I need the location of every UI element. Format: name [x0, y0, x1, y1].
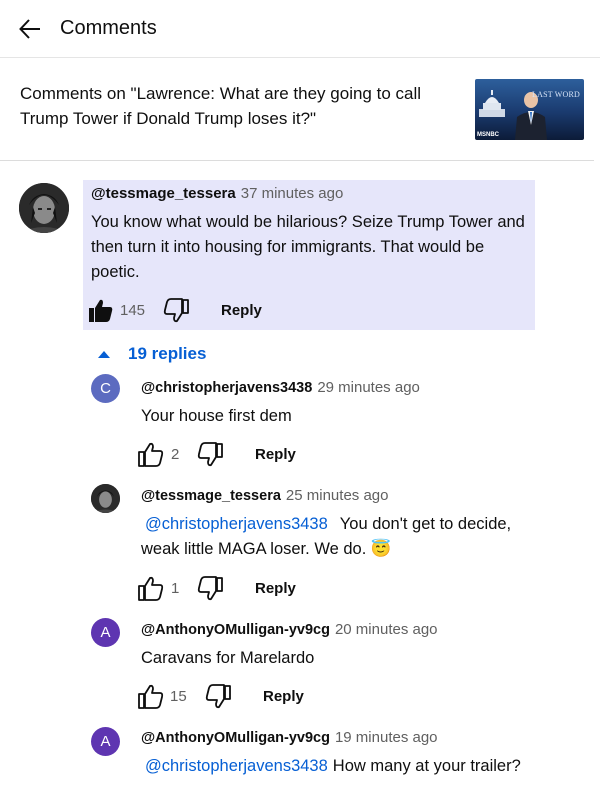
- replies-toggle[interactable]: 19 replies: [96, 343, 206, 365]
- like-count: 2: [171, 446, 180, 463]
- like-count: 15: [170, 688, 187, 705]
- author-handle[interactable]: @tessmage_tessera: [141, 488, 281, 504]
- comment-timestamp[interactable]: 37 minutes ago: [241, 185, 344, 202]
- reply-body: How many at your trailer?: [332, 757, 521, 775]
- comment-author[interactable]: @tessmage_tessera 37 minutes ago: [91, 185, 343, 202]
- dislike-icon[interactable]: [163, 298, 189, 324]
- dislike-icon[interactable]: [197, 442, 223, 468]
- reply-timestamp[interactable]: 29 minutes ago: [317, 379, 420, 396]
- like-filled-icon[interactable]: [88, 297, 114, 323]
- author-handle[interactable]: @christopherjavens3438: [141, 380, 312, 396]
- video-info: Comments on "Lawrence: What are they goi…: [0, 59, 594, 161]
- reply-text: @christopherjavens3438 You don't get to d…: [141, 512, 541, 562]
- reply-text: Your house first dem: [141, 407, 292, 425]
- like-icon[interactable]: [138, 683, 164, 709]
- back-button[interactable]: [14, 13, 46, 45]
- reply-timestamp[interactable]: 19 minutes ago: [335, 729, 438, 746]
- reply-text: Caravans for Marelardo: [141, 649, 315, 667]
- comment-actions: 145 Reply: [88, 297, 288, 325]
- video-thumbnail[interactable]: LAST WORD MSNBC: [475, 79, 584, 140]
- dislike-icon[interactable]: [205, 684, 231, 710]
- reply-timestamp[interactable]: 20 minutes ago: [335, 621, 438, 638]
- reply-timestamp[interactable]: 25 minutes ago: [286, 487, 389, 504]
- reply-actions: 2 Reply: [138, 441, 338, 469]
- avatar[interactable]: [91, 484, 120, 513]
- replies-count-label: 19 replies: [128, 344, 207, 363]
- comment-text: You know what would be hilarious? Seize …: [91, 213, 525, 281]
- reply-button[interactable]: Reply: [255, 580, 296, 597]
- mention-link[interactable]: @christopherjavens3438: [145, 757, 328, 775]
- network-logo: MSNBC: [477, 132, 499, 138]
- reply-author[interactable]: @tessmage_tessera 25 minutes ago: [141, 487, 388, 504]
- author-handle[interactable]: @AnthonyOMulligan-yv9cg: [141, 622, 330, 638]
- avatar[interactable]: [19, 183, 69, 233]
- avatar[interactable]: A: [91, 727, 120, 756]
- author-handle[interactable]: @tessmage_tessera: [91, 185, 236, 202]
- reply-button[interactable]: Reply: [255, 446, 296, 463]
- reply-text: @christopherjavens3438 How many at your t…: [141, 754, 541, 779]
- like-count: 1: [171, 580, 180, 597]
- avatar-photo-icon: [91, 484, 120, 513]
- reply-button[interactable]: Reply: [263, 688, 304, 705]
- reply-author[interactable]: @AnthonyOMulligan-yv9cg 20 minutes ago: [141, 621, 438, 638]
- capitol-image: [479, 90, 505, 117]
- avatar[interactable]: A: [91, 618, 120, 647]
- mention-link[interactable]: @christopherjavens3438: [145, 515, 328, 533]
- header: Comments: [0, 0, 600, 58]
- reply-actions: 15 Reply: [138, 683, 338, 711]
- author-handle[interactable]: @AnthonyOMulligan-yv9cg: [141, 730, 330, 746]
- page-title: Comments: [60, 17, 157, 39]
- like-count: 145: [120, 302, 146, 319]
- caret-up-icon: [98, 350, 110, 358]
- like-icon[interactable]: [138, 441, 164, 467]
- reply-actions: 1 Reply: [138, 575, 338, 603]
- dislike-icon[interactable]: [197, 576, 223, 602]
- reply-author[interactable]: @AnthonyOMulligan-yv9cg 19 minutes ago: [141, 729, 438, 746]
- reply-button[interactable]: Reply: [221, 302, 262, 319]
- thumbnail-brand: LAST WORD: [532, 90, 580, 99]
- reply-author[interactable]: @christopherjavens3438 29 minutes ago: [141, 379, 420, 396]
- avatar[interactable]: C: [91, 374, 120, 403]
- arrow-left-icon: [19, 19, 40, 39]
- video-title: Comments on "Lawrence: What are they goi…: [20, 84, 422, 128]
- like-icon[interactable]: [138, 575, 164, 601]
- avatar-photo-icon: [19, 183, 69, 233]
